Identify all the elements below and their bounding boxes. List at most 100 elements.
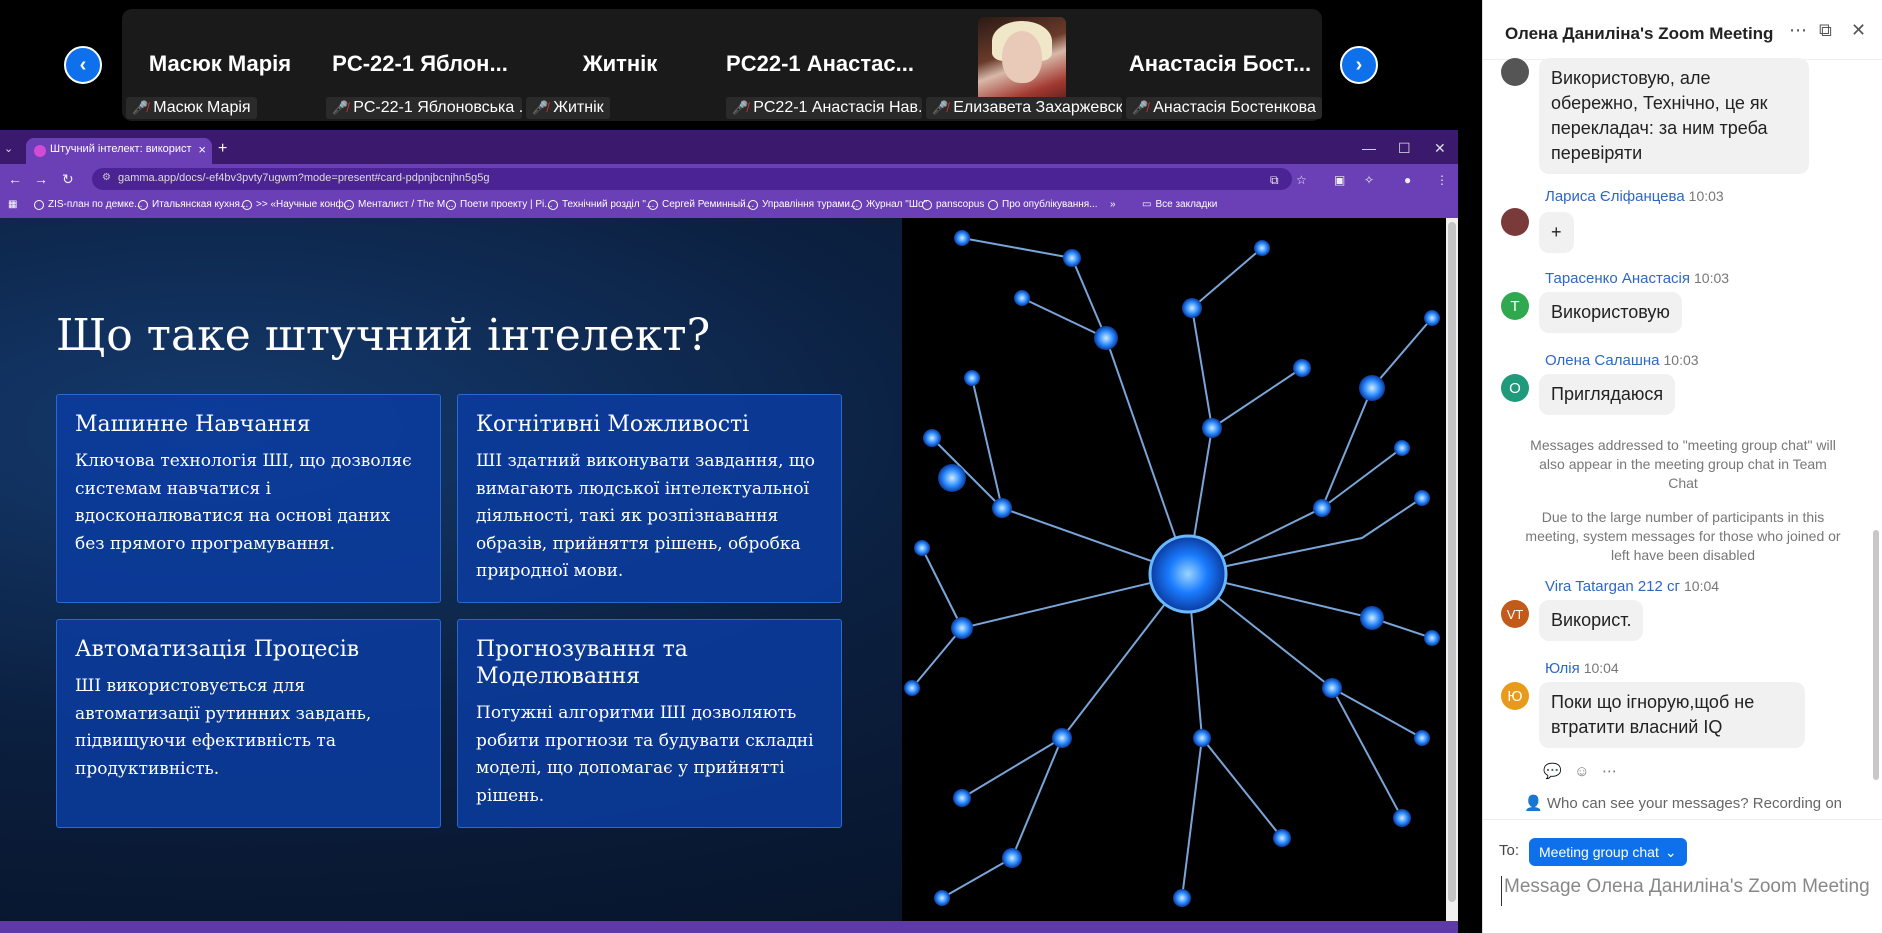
participant-tile[interactable]: Житнік 🎤̸ Житнік <box>522 9 718 121</box>
add-reaction-icon[interactable]: ☺ <box>1574 763 1589 780</box>
bookmark-item[interactable]: Поети проекту | Рі... <box>446 199 553 210</box>
install-app-icon[interactable]: ⧉ <box>1270 173 1279 188</box>
browser-tab[interactable]: Штучний інтелект: використ × <box>26 138 212 164</box>
forward-icon[interactable]: → <box>34 171 48 187</box>
mic-muted-icon: 🎤̸ <box>532 100 549 115</box>
participant-tile[interactable]: 🎤̸ Елизавета Захаржевск... <box>922 9 1122 121</box>
new-tab-icon[interactable]: + <box>218 140 227 158</box>
shared-browser-window: ⌄ Штучний інтелект: використ × + — ☐ ✕ ←… <box>0 130 1458 933</box>
page-scrollbar[interactable] <box>1446 218 1458 921</box>
chat-header: Олена Даниліна's Zoom Meeting ⋯ ⧉ ✕ <box>1483 0 1882 60</box>
bookmark-item[interactable]: Про опублікування... <box>988 199 1098 210</box>
bookmark-item[interactable]: >> «Научные конф... <box>242 199 352 210</box>
minimize-icon[interactable]: — <box>1362 140 1376 156</box>
message-sender: Тарасенко Анастасія 10:03 <box>1545 270 1730 287</box>
close-chat-icon[interactable]: ✕ <box>1851 20 1866 41</box>
avatar: T <box>1501 292 1529 320</box>
slide-card: Автоматизація Процесів ШІ використовуєть… <box>56 619 441 828</box>
tab-bar: ⌄ Штучний інтелект: використ × + — ☐ ✕ <box>0 134 1458 164</box>
message-input[interactable]: Message Олена Даниліна's Zoom Meeting <box>1501 876 1871 906</box>
bookmark-star-icon[interactable]: ☆ <box>1296 173 1307 187</box>
close-window-icon[interactable]: ✕ <box>1434 140 1446 157</box>
bookmark-item[interactable]: Управління турами... <box>748 199 858 210</box>
address-bar-row: ← → ↻ ⚙ gamma.app/docs/-ef4bv3pvty7ugwm?… <box>0 164 1458 194</box>
recipient-dropdown[interactable]: Meeting group chat ⌄ <box>1529 838 1687 866</box>
tab-list-icon[interactable]: ⌄ <box>4 142 20 158</box>
participant-display-name: PC22-1 Анастас... <box>726 51 914 76</box>
card-text: Ключова технологія ШІ, що дозволяє систе… <box>75 451 412 554</box>
participant-name-label: 🎤̸ PC22-1 Анастасія Нав... <box>726 97 922 119</box>
previous-participants-button[interactable]: ‹ <box>64 46 102 84</box>
chat-message-bubble: Поки що ігнорую,щоб не втратити власний … <box>1539 682 1805 748</box>
url-input[interactable]: ⚙ gamma.app/docs/-ef4bv3pvty7ugwm?mode=p… <box>92 168 1292 190</box>
menu-kebab-icon[interactable]: ⋮ <box>1436 173 1448 187</box>
bookmark-item[interactable]: panscopus <box>922 199 984 210</box>
bookmarks-overflow-icon[interactable]: » <box>1110 199 1116 210</box>
chat-message-bubble: + <box>1539 212 1574 253</box>
participant-tile[interactable]: Анастасія Бост... 🎤̸ Анастасія Бостенкова <box>1122 9 1322 121</box>
bookmark-item[interactable]: Технічний розділ "... <box>548 199 654 210</box>
bookmark-item[interactable]: Менталист / The M... <box>344 199 454 210</box>
message-sender: Лариса Єліфанцева 10:03 <box>1545 188 1724 205</box>
mic-muted-icon: 🎤̸ <box>732 100 749 115</box>
participant-tile[interactable]: Масюк Марія 🎤̸ Масюк Марія <box>122 9 318 121</box>
chevron-left-icon: ‹ <box>79 53 87 76</box>
more-actions-icon[interactable]: ⋯ <box>1602 763 1617 780</box>
pop-out-icon[interactable]: ⧉ <box>1819 20 1832 41</box>
mic-muted-icon: 🎤̸ <box>332 100 349 115</box>
back-icon[interactable]: ← <box>8 171 22 187</box>
mic-muted-icon: 🎤̸ <box>932 100 949 115</box>
reply-icon[interactable]: 💬 <box>1543 763 1562 780</box>
avatar: O <box>1501 374 1529 402</box>
participant-tiles: Масюк Марія 🎤̸ Масюк Марія PC-22-1 Яблон.… <box>122 9 1322 121</box>
zoom-meeting-window: ‹ Масюк Марія 🎤̸ Масюк Марія PC-22-1 Ябло… <box>0 0 1882 933</box>
avatar: Ю <box>1501 682 1529 710</box>
message-sender: Юлія 10:04 <box>1545 660 1619 677</box>
bookmark-item[interactable]: Сергей Реминный... <box>648 199 754 210</box>
next-participants-button[interactable]: › <box>1340 46 1378 84</box>
card-title: Машинне Навчання <box>75 412 311 437</box>
reload-icon[interactable]: ↻ <box>62 171 74 188</box>
privacy-notice[interactable]: 👤 Who can see your messages? Recording o… <box>1483 792 1882 820</box>
slide-card: Когнітивні Можливості ШІ здатний виконув… <box>457 394 842 603</box>
all-bookmarks-folder[interactable]: ▭ Все закладки <box>1142 199 1217 210</box>
participant-tile[interactable]: PC22-1 Анастас... 🎤̸ PC22-1 Анастасія Нав… <box>722 9 922 121</box>
privacy-person-icon: 👤 <box>1523 795 1543 812</box>
card-text: Потужні алгоритми ШІ дозволяють робити п… <box>476 703 814 806</box>
mic-muted-icon: 🎤̸ <box>1132 100 1149 115</box>
scroll-thumb[interactable] <box>1448 222 1456 902</box>
avatar <box>1501 58 1529 86</box>
extension-icon[interactable]: ▣ <box>1334 173 1345 187</box>
chat-scrollbar[interactable] <box>1873 530 1879 780</box>
participant-name-label: 🎤̸ Анастасія Бостенкова <box>1126 97 1322 119</box>
chat-message-bubble: Використовую, але обережно, Технічно, це… <box>1539 58 1809 174</box>
bookmark-item[interactable]: ZIS-план по демке... <box>34 199 142 210</box>
more-options-icon[interactable]: ⋯ <box>1789 20 1807 41</box>
close-tab-icon[interactable]: × <box>198 142 206 157</box>
mic-muted-icon: 🎤̸ <box>132 100 149 115</box>
message-sender: Vira Tatargan 212 сг 10:04 <box>1545 578 1720 595</box>
presentation-slide: Що таке штучний інтелект? Машинне Навчан… <box>0 218 1446 921</box>
recipient-label: To: <box>1499 842 1520 859</box>
bookmark-item[interactable]: Журнал "Шо" <box>852 199 927 210</box>
url-text: gamma.app/docs/-ef4bv3pvty7ugwm?mode=pre… <box>118 172 490 184</box>
message-sender: Олена Салашна 10:03 <box>1545 352 1699 369</box>
site-info-icon[interactable]: ⚙ <box>102 172 111 183</box>
chevron-down-icon: ⌄ <box>1664 843 1677 860</box>
participant-name-label: 🎤̸ Житнік <box>526 97 610 119</box>
card-title: Когнітивні Можливості <box>476 412 750 437</box>
bookmark-item[interactable]: Итальянская кухня... <box>138 199 248 210</box>
maximize-icon[interactable]: ☐ <box>1398 140 1411 157</box>
card-text: ШІ здатний виконувати завдання, що вимаг… <box>476 451 815 581</box>
browser-bottom-strip <box>0 921 1458 933</box>
slide-card: Прогнозування та Моделювання Потужні алг… <box>457 619 842 828</box>
card-text: ШІ використовується для автоматизації ру… <box>75 676 372 779</box>
chat-title: Олена Даниліна's Zoom Meeting <box>1505 24 1774 43</box>
card-title: Автоматизація Процесів <box>75 637 360 662</box>
participant-tile[interactable]: PC-22-1 Яблон... 🎤̸ PC-22-1 Яблоновська .… <box>322 9 522 121</box>
chat-message-bubble: Приглядаюся <box>1539 374 1676 415</box>
apps-grid-icon[interactable]: ▦ <box>8 199 17 210</box>
system-note: Messages addressed to "meeting group cha… <box>1530 437 1836 491</box>
extensions-puzzle-icon[interactable]: ✧ <box>1364 173 1374 187</box>
profile-avatar-icon[interactable]: ● <box>1404 173 1411 187</box>
